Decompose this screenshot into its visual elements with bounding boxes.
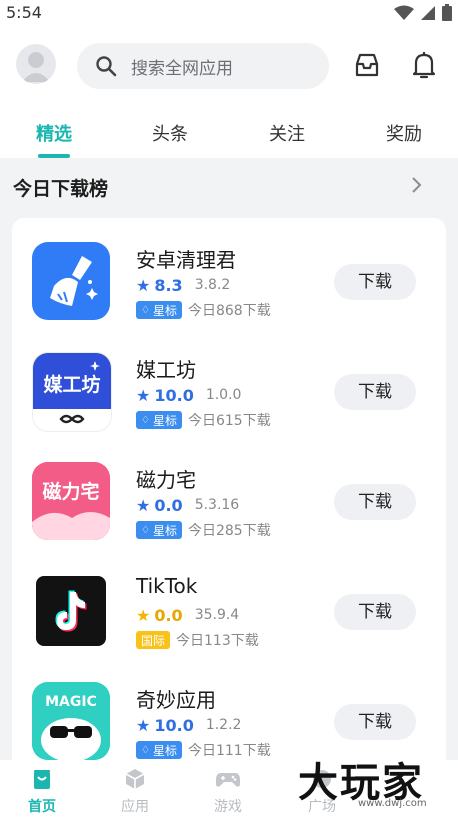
status-badge: ♢ 星标 — [136, 411, 182, 429]
active-tab-indicator — [38, 154, 70, 158]
download-rank-list: 安卓清理君 ★ 8.3 3.8.2 ♢ 星标 今日868下载 下载 媒工坊 媒工坊… — [12, 218, 446, 778]
signal-icon — [421, 5, 435, 20]
meta-line: ♢ 星标 今日615下载 — [136, 410, 271, 430]
rating-line: ★ 8.3 3.8.2 — [136, 274, 230, 296]
status-badge: ♢ 星标 — [136, 301, 182, 319]
chevron-right-icon[interactable] — [410, 176, 422, 198]
download-count: 今日868下载 — [187, 303, 271, 319]
app-name: 安卓清理君 — [136, 248, 236, 272]
download-count: 今日113下载 — [176, 633, 259, 649]
section-title: 今日下载榜 — [13, 178, 109, 200]
home-bag-icon — [34, 770, 50, 789]
category-tabs: 精选 头条 关注 奖励 — [0, 116, 458, 158]
app-version: 1.2.2 — [205, 717, 242, 733]
cilizhai-logo: 磁力宅 — [32, 462, 110, 540]
status-icons — [394, 4, 452, 21]
badge-label: 星标 — [152, 413, 177, 428]
wifi-icon — [394, 5, 414, 20]
download-count: 今日615下载 — [187, 413, 271, 429]
app-score: 0.0 — [154, 605, 183, 625]
app-score: 10.0 — [154, 385, 194, 405]
gamepad-icon — [216, 773, 240, 787]
search-input[interactable]: 搜索全网应用 — [77, 43, 329, 89]
status-badge: ♢ 星标 — [136, 521, 182, 539]
list-item[interactable]: 磁力宅 磁力宅 ★ 0.0 5.3.16 ♢ 星标 今日285下载 下载 — [12, 438, 446, 548]
tab-headlines[interactable]: 头条 — [130, 120, 210, 146]
star-icon: ★ — [136, 605, 151, 625]
app-score: 8.3 — [154, 275, 183, 295]
app-version: 35.9.4 — [194, 607, 240, 623]
meta-line: ♢ 星标 今日868下载 — [136, 300, 271, 320]
watermark-url: www.dwj.com — [358, 798, 427, 809]
diamond-icon: ♢ — [141, 304, 150, 316]
app-score: 10.0 — [154, 715, 194, 735]
watermark-logo: 大玩家 www.dwj.com — [298, 750, 458, 820]
meta-line: ♢ 星标 今日285下载 — [136, 520, 271, 540]
logo-text: MAGIC — [45, 694, 97, 710]
list-item[interactable]: 媒工坊 媒工坊 ★ 10.0 1.0.0 ♢ 星标 今日615下载 下载 — [12, 328, 446, 438]
tiktok-icon — [32, 572, 110, 650]
app-score: 0.0 — [154, 495, 183, 515]
app-version: 1.0.0 — [205, 387, 242, 403]
diamond-icon: ♢ — [141, 524, 150, 536]
app-name: 奇妙应用 — [136, 688, 216, 712]
meigongfang-logo: 媒工坊 — [32, 352, 112, 432]
app-version: 5.3.16 — [194, 497, 240, 513]
badge-label: 星标 — [152, 303, 177, 318]
badge-label: 星标 — [152, 523, 177, 538]
meta-line: 国际 今日113下载 — [136, 630, 259, 650]
nav-label: 应用 — [121, 799, 149, 815]
avatar[interactable] — [16, 44, 56, 84]
app-version: 3.8.2 — [194, 277, 231, 293]
tab-following[interactable]: 关注 — [247, 120, 327, 146]
nav-home[interactable]: 首页 — [12, 768, 72, 816]
app-name: 媒工坊 — [136, 358, 196, 382]
status-badge: ♢ 星标 — [136, 741, 182, 759]
tab-rewards[interactable]: 奖励 — [364, 120, 444, 146]
download-count: 今日285下载 — [187, 523, 271, 539]
star-icon: ★ — [136, 495, 151, 515]
nav-games[interactable]: 游戏 — [198, 768, 258, 816]
rating-line: ★ 10.0 1.2.2 — [136, 714, 241, 736]
download-button[interactable]: 下载 — [334, 704, 416, 740]
list-item[interactable]: TikTok ★ 0.0 35.9.4 国际 今日113下载 下载 — [12, 548, 446, 658]
status-badge: 国际 — [136, 631, 171, 649]
rating-line: ★ 0.0 5.3.16 — [136, 494, 239, 516]
star-icon: ★ — [136, 275, 151, 295]
nav-apps[interactable]: 应用 — [105, 768, 165, 816]
download-button[interactable]: 下载 — [334, 594, 416, 630]
status-bar: 5:54 — [0, 0, 458, 26]
app-name: 磁力宅 — [136, 468, 196, 492]
nav-label: 游戏 — [214, 799, 242, 815]
status-time: 5:54 — [6, 3, 42, 22]
diamond-icon: ♢ — [141, 744, 150, 756]
logo-text: 磁力宅 — [42, 480, 99, 503]
search-icon — [95, 55, 117, 77]
app-name: TikTok — [136, 574, 198, 598]
download-count: 今日111下载 — [187, 743, 271, 759]
bell-icon[interactable] — [410, 50, 438, 80]
meta-line: ♢ 星标 今日111下载 — [136, 740, 271, 760]
broom-icon — [32, 242, 110, 320]
badge-label: 星标 — [152, 743, 177, 758]
nav-label: 首页 — [28, 799, 56, 815]
logo-text: 媒工坊 — [43, 373, 100, 396]
battery-icon — [442, 4, 452, 21]
user-avatar-icon — [22, 52, 50, 82]
magic-icon: MAGIC — [32, 682, 110, 760]
download-button[interactable]: 下载 — [334, 264, 416, 300]
search-placeholder: 搜索全网应用 — [131, 58, 233, 79]
diamond-icon: ♢ — [141, 414, 150, 426]
download-button[interactable]: 下载 — [334, 484, 416, 520]
rating-line: ★ 10.0 1.0.0 — [136, 384, 241, 406]
star-icon: ★ — [136, 385, 151, 405]
list-item[interactable]: 安卓清理君 ★ 8.3 3.8.2 ♢ 星标 今日868下载 下载 — [12, 218, 446, 328]
rating-line: ★ 0.0 35.9.4 — [136, 604, 239, 626]
tab-featured[interactable]: 精选 — [14, 120, 94, 146]
cube-icon — [125, 769, 145, 789]
top-header: 搜索全网应用 精选 头条 关注 奖励 — [0, 26, 458, 158]
star-icon: ★ — [136, 715, 151, 735]
download-button[interactable]: 下载 — [334, 374, 416, 410]
inbox-icon[interactable] — [353, 50, 381, 80]
